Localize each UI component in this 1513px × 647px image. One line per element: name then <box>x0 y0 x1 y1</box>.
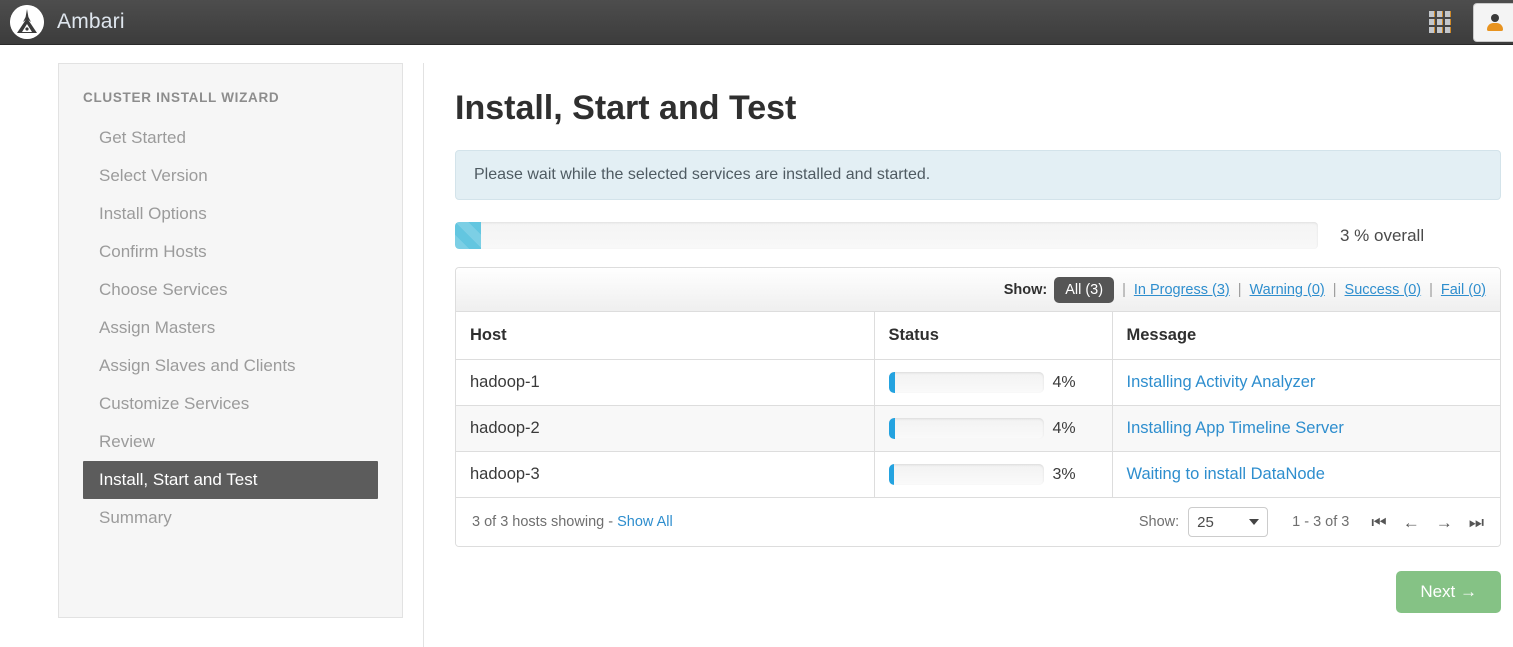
pager-buttons: ⏮ ← → ⏭ <box>1371 514 1484 531</box>
page-body: CLUSTER INSTALL WIZARD Get Started Selec… <box>0 45 1513 647</box>
filter-all[interactable]: All (3) <box>1054 277 1114 303</box>
grid-apps-icon[interactable] <box>1429 11 1451 33</box>
column-header-message: Message <box>1112 312 1500 360</box>
overall-progress-row: 3 % overall <box>455 222 1501 249</box>
row-progress-fill <box>889 464 894 485</box>
navbar-right <box>1429 0 1513 45</box>
main-content: Install, Start and Test Please wait whil… <box>455 63 1501 613</box>
next-button[interactable]: Next → <box>1396 571 1501 613</box>
table-row: hadoop-1 4% Installing Activity Analyzer <box>456 360 1500 406</box>
wizard-sidebar: CLUSTER INSTALL WIZARD Get Started Selec… <box>58 63 403 618</box>
filter-fail[interactable]: Fail (0) <box>1441 282 1486 298</box>
sidebar-item-install-options[interactable]: Install Options <box>59 195 402 233</box>
sidebar-item-select-version[interactable]: Select Version <box>59 157 402 195</box>
table-row: hadoop-2 4% Installing App Timeline Serv… <box>456 406 1500 452</box>
overall-progress-bar <box>455 222 1318 249</box>
brand-name: Ambari <box>57 10 125 34</box>
pagination-controls: Show: 25 1 - 3 of 3 ⏮ ← → ⏭ <box>1139 507 1484 537</box>
sidebar-item-customize-services[interactable]: Customize Services <box>59 385 402 423</box>
filter-separator: | <box>1122 282 1126 298</box>
hosts-showing-text: 3 of 3 hosts showing - Show All <box>472 514 673 530</box>
top-navbar: Ambari <box>0 0 1513 45</box>
brand[interactable]: Ambari <box>10 5 125 39</box>
sidebar-item-assign-masters[interactable]: Assign Masters <box>59 309 402 347</box>
cell-message: Installing Activity Analyzer <box>1112 360 1500 406</box>
row-progress-fill <box>889 418 895 439</box>
cell-message: Installing App Timeline Server <box>1112 406 1500 452</box>
cell-status: 4% <box>874 406 1112 452</box>
filter-separator: | <box>1333 282 1337 298</box>
column-header-status: Status <box>874 312 1112 360</box>
sidebar-item-get-started[interactable]: Get Started <box>59 119 402 157</box>
previous-page-icon[interactable]: ← <box>1403 514 1420 531</box>
row-progress-bar <box>889 464 1044 485</box>
sidebar-item-review[interactable]: Review <box>59 423 402 461</box>
page-size-label: Show: <box>1139 514 1179 530</box>
user-account-button[interactable] <box>1473 3 1513 42</box>
ambari-logo-icon <box>10 5 44 39</box>
info-alert: Please wait while the selected services … <box>455 150 1501 200</box>
last-page-icon[interactable]: ⏭ <box>1469 514 1484 531</box>
sidebar-item-choose-services[interactable]: Choose Services <box>59 271 402 309</box>
sidebar-item-assign-slaves-and-clients[interactable]: Assign Slaves and Clients <box>59 347 402 385</box>
sidebar-item-install-start-and-test[interactable]: Install, Start and Test <box>83 461 378 499</box>
show-all-link[interactable]: Show All <box>617 514 673 530</box>
cell-host: hadoop-1 <box>456 360 874 406</box>
sidebar-item-summary[interactable]: Summary <box>59 499 402 537</box>
filter-in-progress[interactable]: In Progress (3) <box>1134 282 1230 298</box>
filter-show-label: Show: <box>1004 282 1048 298</box>
column-header-host: Host <box>456 312 874 360</box>
cell-status: 3% <box>874 452 1112 498</box>
page-size-value: 25 <box>1197 514 1214 531</box>
chevron-down-icon <box>1249 519 1259 525</box>
filter-success[interactable]: Success (0) <box>1345 282 1422 298</box>
overall-progress-label: 3 % overall <box>1340 226 1424 246</box>
row-progress-label: 4% <box>1053 420 1076 438</box>
hosts-table: Host Status Message hadoop-1 <box>456 312 1500 498</box>
user-account-icon <box>1487 14 1503 30</box>
page-title: Install, Start and Test <box>455 89 1501 128</box>
filter-separator: | <box>1429 282 1433 298</box>
pagination-range: 1 - 3 of 3 <box>1292 514 1349 530</box>
filter-separator: | <box>1238 282 1242 298</box>
message-link[interactable]: Waiting to install DataNode <box>1127 465 1325 483</box>
table-footer: 3 of 3 hosts showing - Show All Show: 25… <box>456 498 1500 546</box>
next-button-row: Next → <box>455 571 1501 613</box>
message-link[interactable]: Installing App Timeline Server <box>1127 419 1344 437</box>
hosts-showing-label: 3 of 3 hosts showing - <box>472 514 613 530</box>
row-progress-bar <box>889 372 1044 393</box>
sidebar-title: CLUSTER INSTALL WIZARD <box>83 90 402 105</box>
cell-status: 4% <box>874 360 1112 406</box>
cell-message: Waiting to install DataNode <box>1112 452 1500 498</box>
status-filter-bar: Show: All (3) | In Progress (3) | Warnin… <box>456 268 1500 312</box>
sidebar-item-confirm-hosts[interactable]: Confirm Hosts <box>59 233 402 271</box>
hosts-panel: Show: All (3) | In Progress (3) | Warnin… <box>455 267 1501 547</box>
overall-progress-fill <box>455 222 481 249</box>
page-size-select[interactable]: 25 <box>1188 507 1268 537</box>
filter-warning[interactable]: Warning (0) <box>1250 282 1325 298</box>
row-progress-fill <box>889 372 895 393</box>
table-row: hadoop-3 3% Waiting to install DataNode <box>456 452 1500 498</box>
message-link[interactable]: Installing Activity Analyzer <box>1127 373 1316 391</box>
content-divider <box>423 63 424 647</box>
cell-host: hadoop-3 <box>456 452 874 498</box>
table-header-row: Host Status Message <box>456 312 1500 360</box>
row-progress-label: 4% <box>1053 374 1076 392</box>
first-page-icon[interactable]: ⏮ <box>1371 514 1386 531</box>
row-progress-bar <box>889 418 1044 439</box>
cell-host: hadoop-2 <box>456 406 874 452</box>
next-page-icon[interactable]: → <box>1436 514 1453 531</box>
row-progress-label: 3% <box>1053 466 1076 484</box>
